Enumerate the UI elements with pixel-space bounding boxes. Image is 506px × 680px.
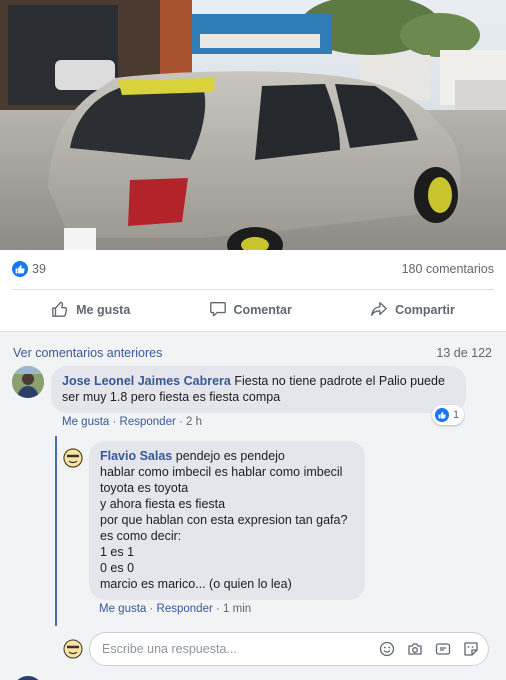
reply-text-line: pendejo es pendejo [175, 449, 285, 463]
reply-text-line: hablar como imbecil es hablar como imbec… [100, 465, 343, 479]
reply-text-line: y ahora fiesta es fiesta [100, 497, 226, 511]
post-action-bar: Me gusta Comentar Compartir [0, 290, 506, 330]
view-previous-comments-link[interactable]: Ver comentarios anteriores [13, 346, 162, 360]
comment-bubble: Jose Leonel Jaimes Cabrera Fiesta no tie… [51, 366, 466, 413]
reactions-count: 39 [32, 262, 46, 276]
like-button-label: Me gusta [76, 303, 131, 317]
like-icon [435, 408, 449, 422]
comment-reaction-count[interactable]: 1 [432, 405, 465, 425]
like-icon [12, 261, 28, 277]
comments-count[interactable]: 180 comentarios [402, 262, 494, 276]
comment-meta: Me gusta · Responder · 2 h [62, 416, 203, 428]
reply-text-line: 0 es 0 [100, 561, 135, 575]
share-button-label: Compartir [395, 303, 455, 317]
reply-first-line: Flavio Salas pendejo es pendejo [100, 448, 354, 464]
comments-section: Ver comentarios anteriores 13 de 122 Jos… [0, 331, 506, 680]
post-stats: 39 180 comentarios [0, 250, 506, 288]
reply-text-line: marcio es marico... (o quien lo lea) [100, 577, 292, 591]
camera-icon[interactable] [406, 640, 424, 658]
emoji-icon[interactable] [378, 640, 396, 658]
reply-text-line: es como decir: [100, 529, 182, 543]
reply-composer [89, 632, 489, 666]
replier-avatar[interactable] [63, 448, 83, 468]
reply-reply-link[interactable]: Responder [157, 603, 213, 615]
share-icon [370, 300, 388, 321]
reply-text-line: 1 es 1 [100, 545, 135, 559]
thumb-up-icon [51, 300, 69, 321]
reply-input[interactable] [102, 642, 378, 656]
reply-time[interactable]: 1 min [223, 603, 251, 615]
comment-reply-link[interactable]: Responder [120, 416, 176, 428]
like-button[interactable]: Me gusta [37, 294, 144, 327]
comment-time[interactable]: 2 h [186, 416, 202, 428]
reply-thread-line [55, 436, 57, 626]
comment-reaction-number: 1 [453, 409, 460, 421]
comments-pager: Ver comentarios anteriores 13 de 122 [13, 346, 492, 360]
comment-author[interactable]: Jose Leonel Jaimes Cabrera [62, 374, 231, 388]
comment-button-label: Comentar [233, 303, 292, 317]
commenter-avatar[interactable] [12, 366, 44, 398]
car-photo-image [0, 0, 506, 250]
reply-text-line: toyota es toyota [100, 481, 189, 495]
reactions-summary[interactable]: 39 [12, 261, 46, 277]
composer-tools [378, 640, 480, 658]
comment-button[interactable]: Comentar [195, 294, 306, 327]
gif-icon[interactable] [434, 640, 452, 658]
comment-like-link[interactable]: Me gusta [62, 416, 109, 428]
reply-bubble: Flavio Salas pendejo es pendejo hablar c… [89, 441, 365, 600]
sticker-icon[interactable] [462, 640, 480, 658]
share-button[interactable]: Compartir [356, 294, 469, 327]
reply-like-link[interactable]: Me gusta [99, 603, 146, 615]
next-commenter-avatar[interactable] [12, 676, 44, 680]
reply-text-line: por que hablan con esta expresion tan ga… [100, 513, 348, 527]
reply-author[interactable]: Flavio Salas [100, 449, 172, 463]
current-user-avatar [63, 639, 83, 659]
post-photo[interactable] [0, 0, 506, 250]
comment-page-count: 13 de 122 [436, 346, 492, 360]
comment-icon [209, 300, 227, 321]
reply-meta: Me gusta · Responder · 1 min [99, 603, 252, 615]
